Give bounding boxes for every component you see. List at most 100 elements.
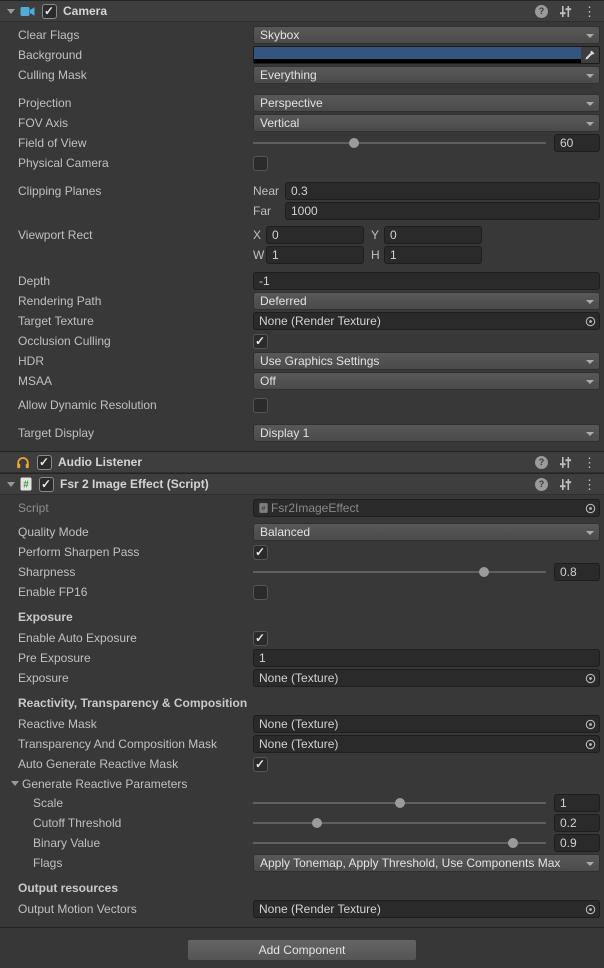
enable-fp16-checkbox[interactable] <box>253 585 268 600</box>
object-picker-icon[interactable] <box>581 500 599 516</box>
pre-exposure-input[interactable]: 1 <box>253 649 600 667</box>
script-field[interactable]: # Fsr2ImageEffect <box>253 499 600 517</box>
add-component-button[interactable]: Add Component <box>187 939 417 961</box>
slider-handle[interactable] <box>508 838 518 848</box>
fov-axis-label: FOV Axis <box>0 116 253 130</box>
near-input[interactable]: 0.3 <box>285 182 600 200</box>
sharpness-input[interactable]: 0.8 <box>554 563 600 581</box>
viewport-x-input[interactable]: 0 <box>266 226 364 244</box>
physical-camera-row: Physical Camera <box>0 154 604 172</box>
fsr2-enabled-checkbox[interactable] <box>39 477 54 492</box>
field-of-view-input[interactable]: 60 <box>554 134 600 152</box>
presets-icon[interactable] <box>559 456 572 469</box>
viewport-h-input[interactable]: 1 <box>384 246 482 264</box>
depth-input[interactable]: -1 <box>253 272 600 290</box>
culling-mask-row: Culling Mask Everything <box>0 66 604 84</box>
projection-dropdown[interactable]: Perspective <box>253 94 600 112</box>
quality-mode-dropdown[interactable]: Balanced <box>253 523 600 541</box>
occlusion-culling-checkbox[interactable] <box>253 334 268 349</box>
camera-title: Camera <box>63 4 107 18</box>
help-icon[interactable]: ? <box>535 478 548 491</box>
rendering-path-dropdown[interactable]: Deferred <box>253 292 600 310</box>
flags-dropdown[interactable]: Apply Tonemap, Apply Threshold, Use Comp… <box>253 854 600 872</box>
slider-handle[interactable] <box>479 567 489 577</box>
object-picker-icon[interactable] <box>581 736 599 752</box>
inspector-panel: Camera ? ⋮ Clear Flags Skybox Background <box>0 0 604 968</box>
hdr-dropdown[interactable]: Use Graphics Settings <box>253 352 600 370</box>
kebab-menu-icon[interactable]: ⋮ <box>583 5 596 18</box>
sharpness-label: Sharpness <box>0 565 253 579</box>
clear-flags-dropdown[interactable]: Skybox <box>253 26 600 44</box>
cutoff-threshold-slider[interactable] <box>253 814 546 832</box>
exposure-field[interactable]: None (Texture) <box>253 669 600 687</box>
pre-exposure-label: Pre Exposure <box>0 651 253 665</box>
scale-slider[interactable] <box>253 794 546 812</box>
help-icon[interactable]: ? <box>535 456 548 469</box>
kebab-menu-icon[interactable]: ⋮ <box>583 478 596 491</box>
fsr2-foldout-icon[interactable] <box>7 482 15 487</box>
camera-foldout-icon[interactable] <box>7 9 15 14</box>
target-texture-field[interactable]: None (Render Texture) <box>253 312 600 330</box>
field-of-view-slider[interactable] <box>253 134 546 152</box>
auto-generate-reactive-mask-checkbox[interactable] <box>253 757 268 772</box>
object-picker-icon[interactable] <box>581 901 599 917</box>
fov-axis-dropdown[interactable]: Vertical <box>253 114 600 132</box>
target-texture-row: Target Texture None (Render Texture) <box>0 312 604 330</box>
far-input[interactable]: 1000 <box>285 202 600 220</box>
eyedropper-icon[interactable] <box>581 47 599 63</box>
culling-mask-label: Culling Mask <box>0 68 253 82</box>
binary-value-row: Binary Value 0.9 <box>0 834 604 852</box>
exposure-row: Exposure None (Texture) <box>0 669 604 687</box>
camera-icon <box>20 6 35 17</box>
culling-mask-dropdown[interactable]: Everything <box>253 66 600 84</box>
reactive-mask-field[interactable]: None (Texture) <box>253 715 600 733</box>
msaa-dropdown[interactable]: Off <box>253 372 600 390</box>
background-color-field[interactable] <box>253 46 600 64</box>
help-icon[interactable]: ? <box>535 5 548 18</box>
x-label: X <box>253 228 266 242</box>
pre-exposure-row: Pre Exposure 1 <box>0 649 604 667</box>
slider-handle[interactable] <box>395 798 405 808</box>
binary-value-slider[interactable] <box>253 834 546 852</box>
perform-sharpen-pass-checkbox[interactable] <box>253 545 268 560</box>
rendering-path-row: Rendering Path Deferred <box>0 292 604 310</box>
exposure-label: Exposure <box>0 671 253 685</box>
kebab-menu-icon[interactable]: ⋮ <box>583 456 596 469</box>
presets-icon[interactable] <box>559 5 572 18</box>
physical-camera-label: Physical Camera <box>0 156 253 170</box>
object-picker-icon[interactable] <box>581 313 599 329</box>
transparency-mask-field[interactable]: None (Texture) <box>253 735 600 753</box>
color-swatch[interactable] <box>254 47 581 59</box>
presets-icon[interactable] <box>559 478 572 491</box>
slider-handle[interactable] <box>349 138 359 148</box>
sharpness-slider[interactable] <box>253 563 546 581</box>
cutoff-threshold-input[interactable]: 0.2 <box>554 814 600 832</box>
object-picker-icon[interactable] <box>581 716 599 732</box>
object-picker-icon[interactable] <box>581 670 599 686</box>
binary-value-input[interactable]: 0.9 <box>554 834 600 852</box>
viewport-w-input[interactable]: 1 <box>266 246 364 264</box>
transparency-mask-row: Transparency And Composition Mask None (… <box>0 735 604 753</box>
slider-handle[interactable] <box>312 818 322 828</box>
foldout-expanded-icon[interactable] <box>11 781 19 786</box>
enable-auto-exposure-checkbox[interactable] <box>253 631 268 646</box>
viewport-y-input[interactable]: 0 <box>384 226 482 244</box>
scale-input[interactable]: 1 <box>554 794 600 812</box>
chevron-down-icon <box>586 102 594 106</box>
physical-camera-checkbox[interactable] <box>253 156 268 171</box>
enable-auto-exposure-label: Enable Auto Exposure <box>0 631 253 645</box>
depth-row: Depth -1 <box>0 272 604 290</box>
transparency-mask-label: Transparency And Composition Mask <box>0 737 253 751</box>
camera-enabled-checkbox[interactable] <box>42 4 57 19</box>
target-display-dropdown[interactable]: Display 1 <box>253 424 600 442</box>
fsr2-component-header[interactable]: # Fsr 2 Image Effect (Script) ? ⋮ <box>0 473 604 495</box>
allow-dynamic-resolution-checkbox[interactable] <box>253 398 268 413</box>
audio-listener-component-header[interactable]: Audio Listener ? ⋮ <box>0 451 604 473</box>
reactive-mask-row: Reactive Mask None (Texture) <box>0 715 604 733</box>
camera-component-header[interactable]: Camera ? ⋮ <box>0 0 604 22</box>
generate-reactive-parameters-row[interactable]: Generate Reactive Parameters <box>0 775 604 792</box>
far-label: Far <box>253 204 285 218</box>
flags-row: Flags Apply Tonemap, Apply Threshold, Us… <box>0 854 604 872</box>
audio-listener-enabled-checkbox[interactable] <box>37 455 52 470</box>
output-motion-vectors-field[interactable]: None (Render Texture) <box>253 900 600 918</box>
